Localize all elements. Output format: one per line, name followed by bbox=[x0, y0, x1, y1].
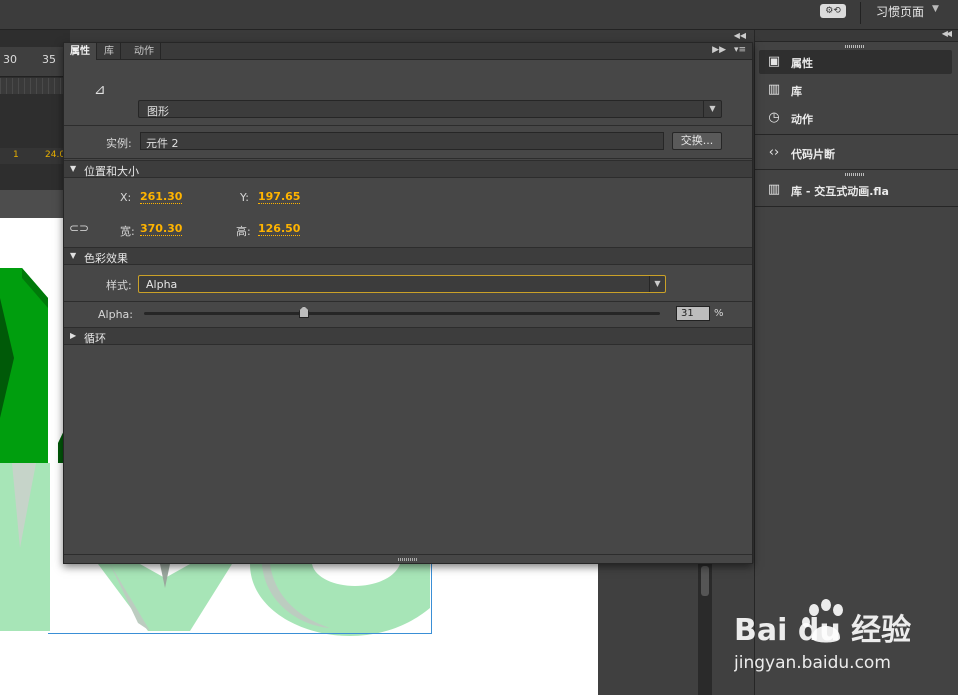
chevron-down-icon: ▼ bbox=[703, 101, 721, 117]
y-label: Y: bbox=[240, 191, 249, 204]
height-value[interactable]: 126.50 bbox=[258, 222, 301, 236]
panel-tab-bar: 属性 库 动作 ▶▶ ▾≡ bbox=[64, 43, 752, 60]
library-icon: ▥ bbox=[767, 182, 781, 197]
alpha-label: Alpha: bbox=[98, 308, 133, 321]
collapse-panel-icon[interactable]: ◀◀ bbox=[734, 31, 746, 40]
collapse-dock-icon[interactable]: ◀◀ bbox=[942, 29, 952, 38]
y-value[interactable]: 197.65 bbox=[258, 190, 301, 204]
panel-resize-grip[interactable] bbox=[398, 558, 418, 561]
timeline-panel: 30 35 1 24.0 bbox=[0, 30, 70, 190]
dock-item-label: 代码片断 bbox=[791, 148, 835, 161]
x-value[interactable]: 261.30 bbox=[140, 190, 183, 204]
instance-label: 实例: bbox=[106, 137, 132, 150]
dock-divider bbox=[755, 134, 958, 135]
tab-actions[interactable]: 动作 bbox=[128, 43, 161, 60]
workspace-gutter bbox=[598, 563, 754, 695]
expanded-triangle-icon: ▼ bbox=[70, 251, 77, 260]
application-bar: ⚙⟲ 习惯页面 ▼ bbox=[0, 0, 958, 30]
baidu-jingyan-watermark: Bai du 经验 jingyan.baidu.com bbox=[734, 599, 911, 673]
dock-item-label: 属性 bbox=[791, 57, 813, 70]
right-dock: ◀◀ ▣ 属性 ▥ 库 ◷ 动作 ‹› 代码片断 ▥ 库 - 交互式动画.fla bbox=[754, 29, 958, 695]
section-title: 位置和大小 bbox=[84, 165, 139, 178]
section-loop[interactable]: ▶ 循环 bbox=[64, 327, 752, 345]
toolbar-divider bbox=[860, 2, 861, 24]
collapsed-triangle-icon: ▶ bbox=[70, 331, 77, 340]
expanded-triangle-icon: ▼ bbox=[70, 164, 77, 173]
chevron-down-icon[interactable]: ▼ bbox=[932, 4, 939, 14]
ruler-frame-number: 30 bbox=[3, 53, 17, 66]
workspace-switcher[interactable]: 习惯页面 bbox=[876, 3, 924, 20]
percent-sign: % bbox=[714, 308, 724, 319]
symbol-type-value: 图形 bbox=[147, 105, 169, 118]
stage-header bbox=[0, 190, 70, 218]
instance-name-field: 元件 2 bbox=[140, 132, 664, 150]
section-title: 循环 bbox=[84, 332, 106, 345]
alpha-input[interactable]: 31 bbox=[676, 306, 710, 321]
dock-item-label: 库 bbox=[791, 85, 802, 98]
instance-name-value: 元件 2 bbox=[146, 137, 179, 150]
instance-row: 实例: 元件 2 交换... bbox=[64, 127, 752, 159]
code-snippets-icon: ‹› bbox=[768, 145, 780, 160]
height-label: 高: bbox=[236, 225, 251, 238]
panel-bottom-divider bbox=[64, 554, 752, 555]
watermark-url: jingyan.baidu.com bbox=[734, 653, 891, 673]
actions-icon: ◷ bbox=[768, 110, 780, 125]
dock-item-properties[interactable]: ▣ 属性 bbox=[759, 50, 952, 74]
tab-library[interactable]: 库 bbox=[98, 43, 121, 60]
width-label: 宽: bbox=[120, 225, 135, 238]
graphic-symbol-icon: ⊿ bbox=[94, 82, 106, 98]
color-style-value: Alpha bbox=[146, 278, 178, 291]
properties-panel: ◀◀ 属性 库 动作 ▶▶ ▾≡ ⊿ 图形 ▼ 实例: 元件 2 交换... ▼… bbox=[63, 31, 753, 564]
watermark-brand: Bai du 经验 bbox=[734, 613, 911, 648]
tab-properties[interactable]: 属性 bbox=[64, 43, 97, 60]
x-label: X: bbox=[120, 191, 132, 204]
lock-aspect-link-icon[interactable]: ⊂⊃ bbox=[69, 221, 89, 235]
alpha-slider[interactable] bbox=[144, 312, 660, 315]
timeline-ruler: 30 35 bbox=[0, 47, 70, 77]
section-color-effect[interactable]: ▼ 色彩效果 bbox=[64, 247, 752, 265]
panel-menu-icon[interactable]: ▾≡ bbox=[734, 45, 746, 55]
dock-item-actions[interactable]: ◷ 动作 bbox=[759, 106, 952, 130]
dock-grip[interactable] bbox=[755, 170, 958, 178]
swap-button[interactable]: 交换... bbox=[672, 132, 722, 150]
row-divider bbox=[64, 301, 752, 302]
properties-icon: ▣ bbox=[767, 54, 781, 69]
expand-panel-icon[interactable]: ▶▶ bbox=[712, 45, 726, 55]
dock-divider bbox=[755, 206, 958, 207]
timeline-status-bar: 1 24.0 bbox=[0, 148, 70, 164]
dock-item-code-snippets[interactable]: ‹› 代码片断 bbox=[759, 141, 952, 165]
current-frame: 1 bbox=[13, 150, 19, 160]
sync-settings-icon[interactable]: ⚙⟲ bbox=[820, 4, 846, 18]
dock-item-label: 动作 bbox=[791, 113, 813, 126]
symbol-type-area: ⊿ 图形 ▼ bbox=[64, 60, 752, 126]
dock-grip[interactable] bbox=[755, 42, 958, 50]
style-label: 样式: bbox=[106, 279, 132, 292]
timeline-frames[interactable] bbox=[0, 78, 70, 94]
section-title: 色彩效果 bbox=[84, 252, 128, 265]
dock-header: ◀◀ bbox=[755, 29, 958, 42]
width-value[interactable]: 370.30 bbox=[140, 222, 183, 236]
section-position-size[interactable]: ▼ 位置和大小 bbox=[64, 160, 752, 178]
vertical-scrollbar[interactable] bbox=[698, 563, 712, 695]
color-style-dropdown[interactable]: Alpha ▼ bbox=[138, 275, 666, 293]
alpha-slider-thumb[interactable] bbox=[298, 306, 309, 318]
symbol-type-dropdown[interactable]: 图形 ▼ bbox=[138, 100, 722, 118]
ruler-frame-number: 35 bbox=[42, 53, 56, 66]
dock-item-library[interactable]: ▥ 库 bbox=[759, 78, 952, 102]
chevron-down-icon: ▼ bbox=[649, 276, 665, 292]
dock-item-document-library[interactable]: ▥ 库 - 交互式动画.fla bbox=[759, 178, 952, 202]
dock-item-label: 库 - 交互式动画.fla bbox=[791, 185, 889, 198]
library-icon: ▥ bbox=[767, 82, 781, 97]
